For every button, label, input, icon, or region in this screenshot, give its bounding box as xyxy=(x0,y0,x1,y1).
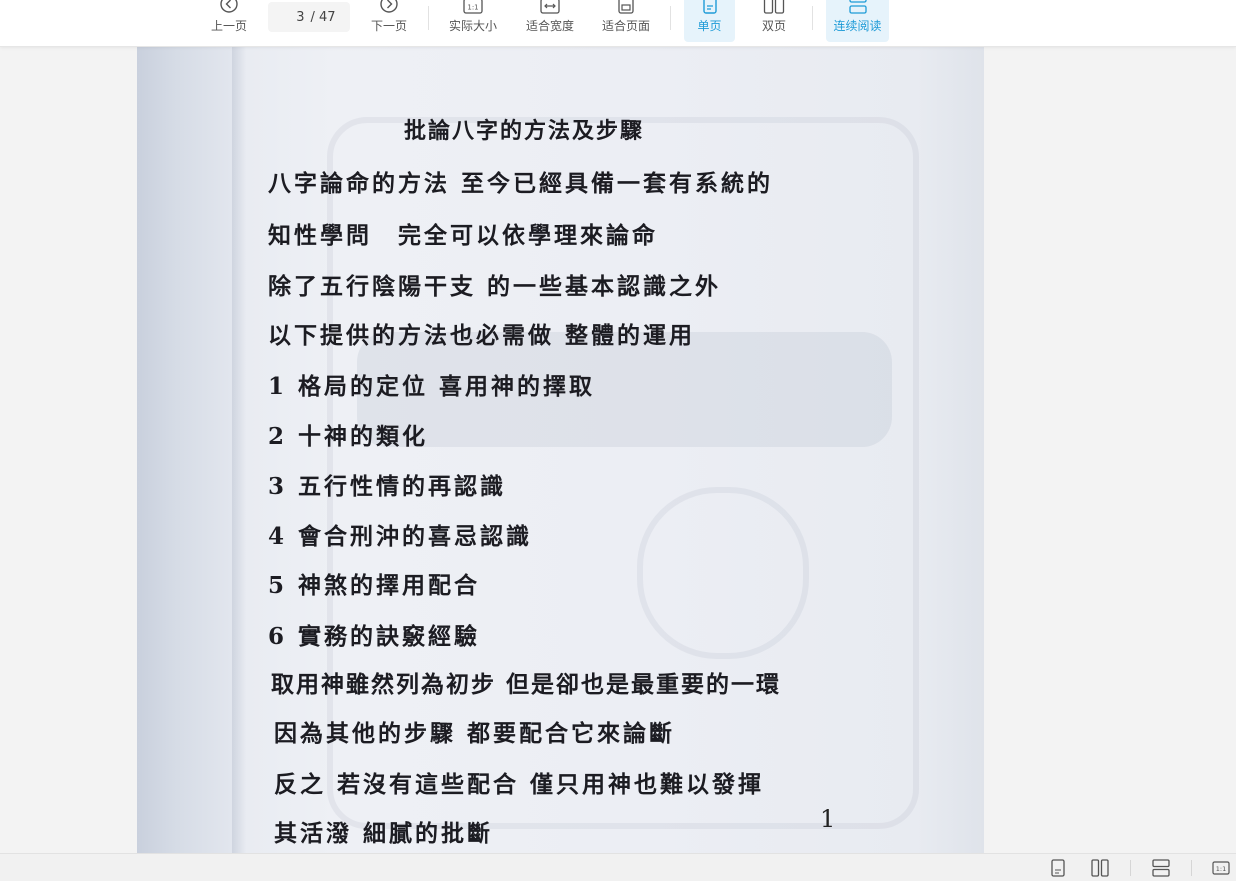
scanned-page: 批論八字的方法及步驟 八字論命的方法 至今已經具備一套有系統的 知性學問 完全可… xyxy=(137,47,984,853)
single-page-button[interactable]: 单页 xyxy=(684,0,735,42)
continuous-reading-button[interactable]: 连续阅读 xyxy=(826,0,889,42)
single-page-icon[interactable] xyxy=(1048,858,1068,878)
text-line: 因為其他的步驟 都要配合它來論斷 xyxy=(274,720,676,747)
text-line: 知性學問 完全可以依學理來論命 xyxy=(268,222,658,249)
text-line: 1 格局的定位 喜用神的擇取 xyxy=(268,373,596,400)
fit-page-icon xyxy=(616,0,636,14)
fit-width-icon xyxy=(540,0,560,14)
actual-size-icon[interactable]: 1:1 xyxy=(1211,858,1231,878)
next-page-button[interactable]: 下一页 xyxy=(365,0,413,42)
continuous-reading-icon xyxy=(848,0,868,14)
double-page-button[interactable]: 双页 xyxy=(750,0,798,42)
text-line: 其活潑 細膩的批斷 xyxy=(274,820,494,847)
text-line: 反之 若沒有這些配合 僅只用神也難以發揮 xyxy=(274,771,765,798)
double-page-icon xyxy=(763,0,785,14)
double-page-icon[interactable] xyxy=(1090,858,1110,878)
page-spine-shadow xyxy=(232,47,246,853)
continuous-reading-label: 连续阅读 xyxy=(833,19,882,33)
next-page-label: 下一页 xyxy=(370,19,407,33)
toolbar-divider xyxy=(812,6,813,30)
status-divider xyxy=(1130,860,1131,876)
text-line: 以下提供的方法也必需做 整體的運用 xyxy=(268,322,696,349)
document-viewer[interactable]: 批論八字的方法及步驟 八字論命的方法 至今已經具備一套有系統的 知性學問 完全可… xyxy=(0,47,1236,853)
text-line: 4 會合刑沖的喜忌認識 xyxy=(268,523,533,550)
text-line: 5 神煞的擇用配合 xyxy=(268,572,481,599)
printed-page-number: 1 xyxy=(820,805,836,833)
continuous-icon[interactable] xyxy=(1151,858,1171,878)
text-line: 6 實務的訣竅經驗 xyxy=(268,623,481,650)
chevron-right-circle-icon xyxy=(379,0,399,14)
single-page-icon xyxy=(702,0,718,14)
text-line: 除了五行陰陽干支 的一些基本認識之外 xyxy=(268,273,722,300)
prev-page-button[interactable]: 上一页 xyxy=(205,0,253,42)
bleed-through-circle xyxy=(637,487,809,659)
svg-text:1:1: 1:1 xyxy=(467,4,478,12)
actual-size-icon: 1:1 xyxy=(463,0,483,14)
current-page-input[interactable]: 3 xyxy=(282,10,304,25)
fit-page-label: 适合页面 xyxy=(601,19,650,33)
text-line: 2 十神的類化 xyxy=(268,423,429,450)
text-line: 3 五行性情的再認識 xyxy=(268,473,507,500)
fit-width-button[interactable]: 适合宽度 xyxy=(521,0,579,42)
total-pages: / 47 xyxy=(310,9,336,25)
document-title: 批論八字的方法及步驟 xyxy=(404,118,645,144)
svg-text:1:1: 1:1 xyxy=(1216,865,1226,873)
status-bar: 1:1 xyxy=(0,853,1236,881)
status-divider xyxy=(1191,860,1192,876)
chevron-left-circle-icon xyxy=(219,0,239,14)
toolbar: 上一页 3 / 47 下一页 1:1 实际大小 适合宽度 适合页面 单页 双页 … xyxy=(0,0,1236,47)
actual-size-button[interactable]: 1:1 实际大小 xyxy=(444,0,502,42)
toolbar-divider xyxy=(670,6,671,30)
text-line: 取用神雖然列為初步 但是卻也是最重要的一環 xyxy=(271,671,782,698)
prev-page-label: 上一页 xyxy=(210,19,247,33)
fit-width-label: 适合宽度 xyxy=(525,19,574,33)
actual-size-label: 实际大小 xyxy=(448,19,497,33)
toolbar-divider xyxy=(428,6,429,30)
fit-page-button[interactable]: 适合页面 xyxy=(597,0,655,42)
page-number-field[interactable]: 3 / 47 xyxy=(268,2,350,32)
single-page-label: 单页 xyxy=(697,19,722,33)
double-page-label: 双页 xyxy=(761,19,786,33)
text-line: 八字論命的方法 至今已經具備一套有系統的 xyxy=(268,170,774,197)
